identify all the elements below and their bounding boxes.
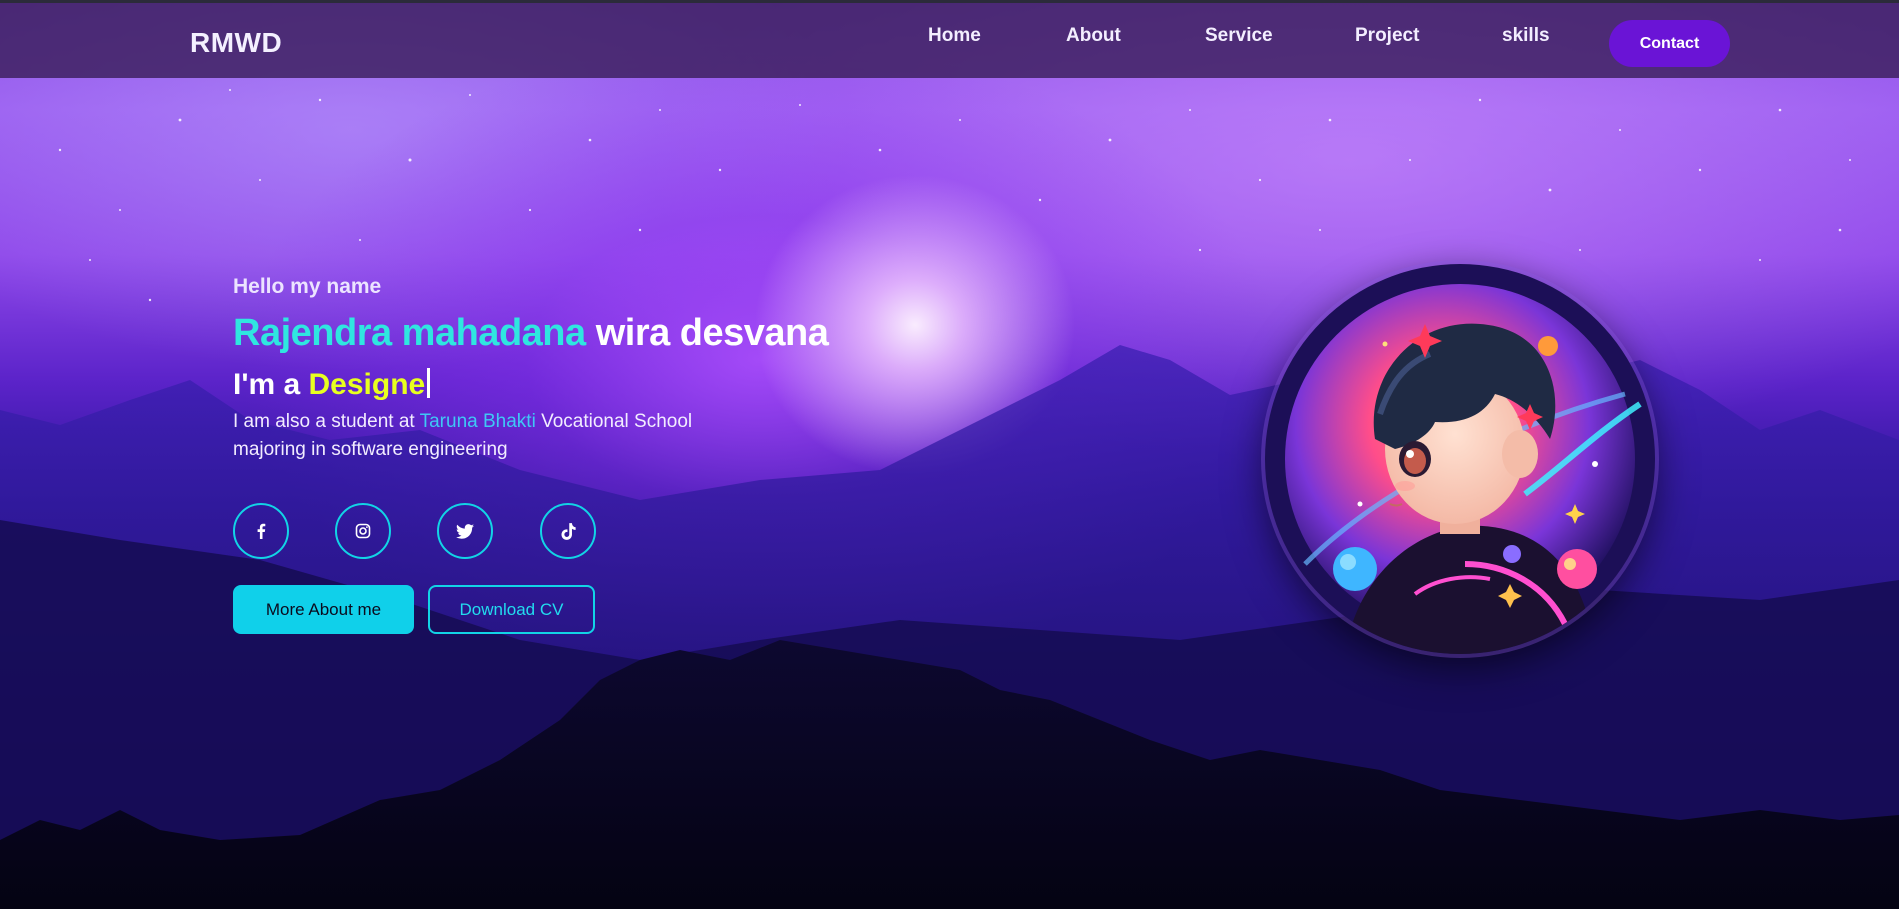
facebook-icon xyxy=(257,523,266,539)
hero-name-highlight: Rajendra mahadana xyxy=(233,312,586,354)
social-links xyxy=(233,503,633,561)
typing-caret xyxy=(427,368,431,398)
hero-description: I am also a student at Taruna Bhakti Voc… xyxy=(233,408,753,464)
nav-link-skills[interactable]: skills xyxy=(1502,25,1550,47)
tiktok-link[interactable] xyxy=(540,503,596,559)
nav-link-about[interactable]: About xyxy=(1066,25,1121,47)
hero-name-rest: wira desvana xyxy=(585,312,829,354)
anime-boy-illustration xyxy=(1285,284,1642,654)
nav-link-project[interactable]: Project xyxy=(1355,25,1419,47)
instagram-link[interactable] xyxy=(335,503,391,559)
hero-role: I'm a Designe xyxy=(233,368,431,402)
twitter-link[interactable] xyxy=(437,503,493,559)
more-about-me-button[interactable]: More About me xyxy=(233,585,414,634)
tiktok-icon xyxy=(560,522,576,540)
facebook-link[interactable] xyxy=(233,503,289,559)
hero-role-prefix: I'm a xyxy=(233,368,309,401)
twitter-icon xyxy=(456,523,474,539)
download-cv-button[interactable]: Download CV xyxy=(428,585,595,634)
hero-name: Rajendra mahadana wira desvana xyxy=(233,312,829,355)
profile-avatar xyxy=(1265,264,1655,654)
hero-greeting: Hello my name xyxy=(233,275,382,298)
hero-section: Hello my name Rajendra mahadana wira des… xyxy=(233,0,933,909)
contact-button[interactable]: Contact xyxy=(1609,20,1730,67)
desc-school-name: Taruna Bhakti xyxy=(419,411,536,432)
nav-link-service[interactable]: Service xyxy=(1205,25,1273,47)
hero-role-typed-word: Designe xyxy=(308,368,426,401)
desc-text-before: I am also a student at xyxy=(233,411,420,432)
instagram-icon xyxy=(355,523,371,539)
nav-link-home[interactable]: Home xyxy=(928,25,981,47)
